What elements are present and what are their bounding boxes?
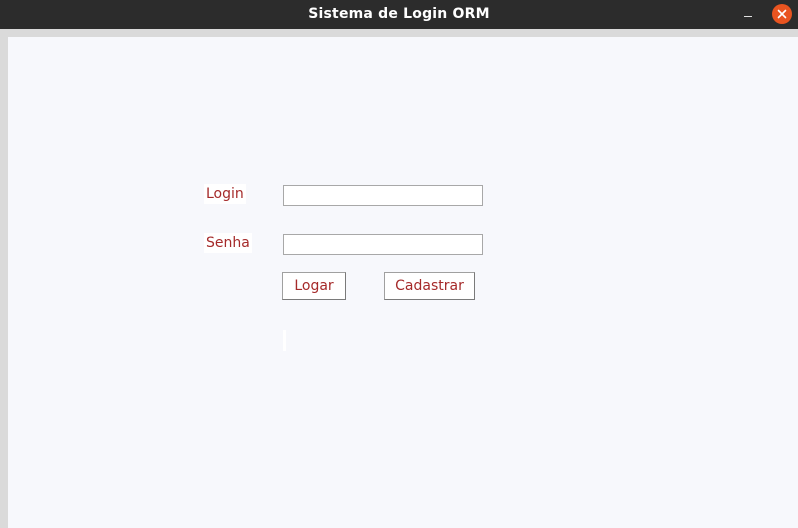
minimize-button[interactable] xyxy=(738,6,758,24)
minimize-icon xyxy=(744,16,752,17)
cadastrar-button[interactable]: Cadastrar xyxy=(384,272,475,300)
senha-input[interactable] xyxy=(283,234,483,255)
title-bar[interactable]: Sistema de Login ORM xyxy=(0,0,798,29)
app-window: Sistema de Login ORM Login Senha Logar C… xyxy=(0,0,798,528)
senha-label: Senha xyxy=(204,233,252,253)
login-form-panel: Login Senha Logar Cadastrar xyxy=(8,37,798,528)
close-button[interactable] xyxy=(772,4,792,24)
status-label xyxy=(283,330,286,351)
logar-button[interactable]: Logar xyxy=(282,272,346,300)
login-input[interactable] xyxy=(283,185,483,206)
window-title: Sistema de Login ORM xyxy=(308,6,490,22)
login-label: Login xyxy=(204,184,246,204)
close-icon xyxy=(777,9,787,19)
